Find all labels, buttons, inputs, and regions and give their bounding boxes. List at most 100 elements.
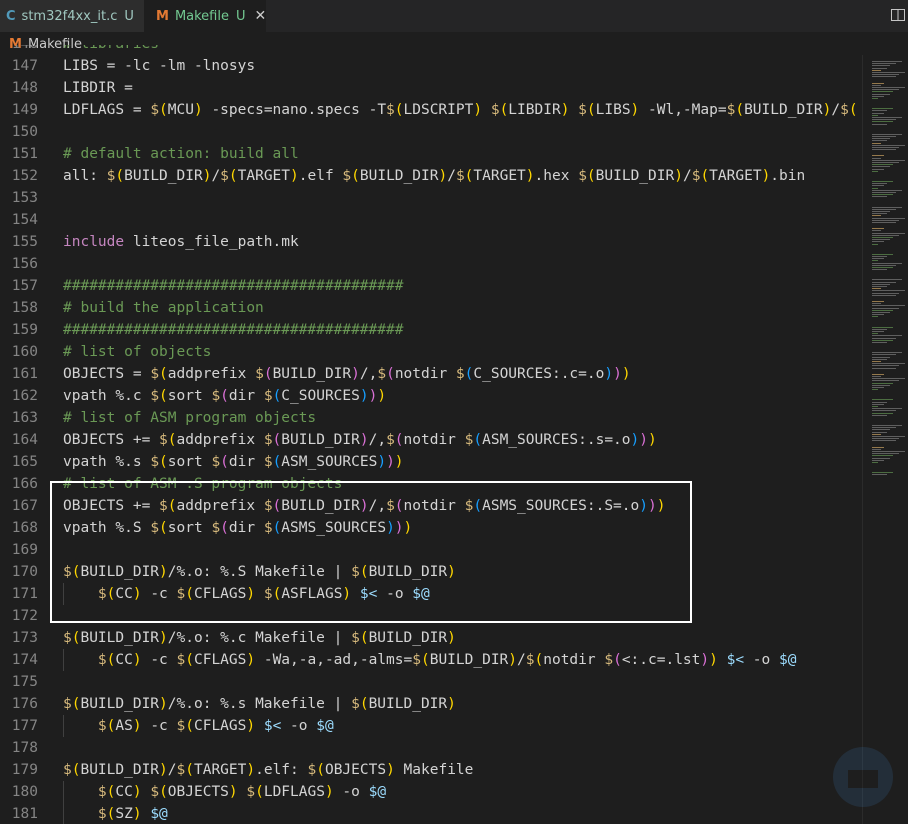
minimap-line <box>872 378 905 380</box>
minimap-line <box>872 440 896 442</box>
code-line[interactable]: 147 LIBS = -lc -lm -lnosys <box>0 55 862 77</box>
code-text[interactable]: # list of ASM .S program objects <box>63 473 342 495</box>
code-line[interactable]: 168 vpath %.S $(sort $(dir $(ASMS_SOURCES… <box>0 517 862 539</box>
code-line[interactable]: 160 # list of objects <box>0 341 862 363</box>
line-number: 168 <box>11 520 38 536</box>
code-line[interactable]: 152 all: $(BUILD_DIR)/$(TARGET).elf $(BUI… <box>0 165 862 187</box>
minimap-line <box>872 117 902 118</box>
code-text[interactable]: vpath %.S $(sort $(dir $(ASMS_SOURCES))) <box>63 517 412 539</box>
code-text[interactable]: OBJECTS += $(addprefix $(BUILD_DIR)/,$(n… <box>63 429 657 451</box>
tab-stm32f4xx-it-c[interactable]: C stm32f4xx_it.c U <box>0 0 144 32</box>
code-line[interactable]: 165 vpath %.s $(sort $(dir $(ASM_SOURCES)… <box>0 451 862 473</box>
code-text[interactable]: vpath %.c $(sort $(dir $(C_SOURCES))) <box>63 385 386 407</box>
split-editor-icon[interactable] <box>890 7 906 27</box>
scrollbar-track[interactable] <box>862 55 863 824</box>
code-line[interactable]: 181 $(SZ) $@ <box>0 803 862 824</box>
minimap-line <box>872 123 887 125</box>
code-line[interactable]: 149 LDFLAGS = $(MCU) -specs=nano.specs -T… <box>0 99 862 121</box>
code-line[interactable]: 150 <box>0 121 862 143</box>
code-line[interactable]: 175 <box>0 671 862 693</box>
line-number: 181 <box>11 806 38 822</box>
minimap-line <box>872 76 896 78</box>
code-line[interactable]: 158 # build the application <box>0 297 862 319</box>
minimap-line <box>872 114 878 116</box>
minimap-line <box>872 133 902 135</box>
code-line[interactable]: 177 $(AS) -c $(CFLAGS) $< -o $@ <box>0 715 862 737</box>
line-number: 166 <box>11 476 38 492</box>
code-text[interactable]: ####################################### <box>63 275 403 297</box>
code-line[interactable]: 164 OBJECTS += $(addprefix $(BUILD_DIR)/,… <box>0 429 862 451</box>
code-text[interactable]: include liteos_file_path.mk <box>63 231 299 253</box>
code-text[interactable]: $(CC) -c $(CFLAGS) -Wa,-a,-ad,-alms=$(BU… <box>63 649 797 671</box>
minimap-line <box>872 168 884 170</box>
code-line[interactable]: 157 #####################################… <box>0 275 862 297</box>
close-icon[interactable]: ✕ <box>255 8 267 24</box>
minimap-line <box>872 307 899 309</box>
code-line[interactable]: 180 $(CC) $(OBJECTS) $(LDFLAGS) -o $@ <box>0 781 862 803</box>
code-line[interactable]: 155 include liteos_file_path.mk <box>0 231 862 253</box>
code-line[interactable]: 171 $(CC) -c $(CFLAGS) $(ASFLAGS) $< -o … <box>0 583 862 605</box>
code-text[interactable]: $(BUILD_DIR)/$(TARGET).elf: $(OBJECTS) M… <box>63 759 473 781</box>
tab-makefile[interactable]: M Makefile U ✕ <box>144 0 266 32</box>
code-line[interactable]: 162 vpath %.c $(sort $(dir $(C_SOURCES))) <box>0 385 862 407</box>
code-line[interactable]: 169 <box>0 539 862 561</box>
line-number: 146 <box>0 45 38 55</box>
minimap-line <box>872 301 884 302</box>
line-number: 176 <box>11 696 38 712</box>
minimap-line <box>872 93 890 95</box>
code-editor[interactable]: 146# libraries147LIBS = -lc -lm -lnosys1… <box>0 45 862 824</box>
code-line[interactable]: 179 $(BUILD_DIR)/$(TARGET).elf: $(OBJECTS… <box>0 759 862 781</box>
code-text[interactable]: OBJECTS = $(addprefix $(BUILD_DIR)/,$(no… <box>63 363 631 385</box>
code-line[interactable]: 176 $(BUILD_DIR)/%.o: %.s Makefile | $(BU… <box>0 693 862 715</box>
minimap-line <box>872 431 887 433</box>
code-text[interactable]: all: $(BUILD_DIR)/$(TARGET).elf $(BUILD_… <box>63 165 805 187</box>
minimap-line <box>872 112 884 114</box>
minimap-line <box>872 74 899 76</box>
minimap-line <box>872 446 884 448</box>
line-number: 169 <box>11 542 38 558</box>
code-line[interactable]: 154 <box>0 209 862 231</box>
code-line[interactable]: 170 $(BUILD_DIR)/%.o: %.S Makefile | $(BU… <box>0 561 862 583</box>
code-text[interactable]: LDFLAGS = $(MCU) -specs=nano.specs -T$(L… <box>63 99 858 121</box>
code-line[interactable]: 159 #####################################… <box>0 319 862 341</box>
code-text[interactable]: LIBDIR = <box>63 77 133 99</box>
code-text[interactable]: # default action: build all <box>63 143 299 165</box>
code-line[interactable]: 174 $(CC) -c $(CFLAGS) -Wa,-a,-ad,-alms=… <box>0 649 862 671</box>
code-text[interactable]: $(BUILD_DIR)/%.o: %.S Makefile | $(BUILD… <box>63 561 456 583</box>
code-text[interactable]: LIBS = -lc -lm -lnosys <box>63 55 255 77</box>
code-line[interactable]: 172 <box>0 605 862 627</box>
code-line[interactable]: 151 # default action: build all <box>0 143 862 165</box>
code-text[interactable]: # build the application <box>63 297 264 319</box>
code-line[interactable]: 156 <box>0 253 862 275</box>
code-text[interactable]: OBJECTS += $(addprefix $(BUILD_DIR)/,$(n… <box>63 495 665 517</box>
code-line[interactable]: 146 # libraries <box>0 45 862 55</box>
minimap-line <box>872 69 881 71</box>
code-text[interactable]: $(BUILD_DIR)/%.o: %.s Makefile | $(BUILD… <box>63 693 456 715</box>
code-line[interactable]: 163 # list of ASM program objects <box>0 407 862 429</box>
minimap-line <box>872 144 905 146</box>
code-text[interactable]: $(CC) $(OBJECTS) $(LDFLAGS) -o $@ <box>63 781 386 803</box>
code-text[interactable]: ####################################### <box>63 319 403 341</box>
code-line[interactable]: 161 OBJECTS = $(addprefix $(BUILD_DIR)/,$… <box>0 363 862 385</box>
minimap-line <box>872 453 899 455</box>
code-text[interactable]: $(AS) -c $(CFLAGS) $< -o $@ <box>63 715 334 737</box>
code-line[interactable]: 167 OBJECTS += $(addprefix $(BUILD_DIR)/,… <box>0 495 862 517</box>
minimap[interactable] <box>868 55 908 824</box>
code-text[interactable]: vpath %.s $(sort $(dir $(ASM_SOURCES))) <box>63 451 404 473</box>
minimap-line <box>872 149 896 151</box>
code-text[interactable]: # libraries <box>63 45 159 55</box>
line-number: 170 <box>11 564 38 580</box>
code-line[interactable]: 166 # list of ASM .S program objects <box>0 473 862 495</box>
untracked-badge: U <box>235 8 246 24</box>
minimap-line <box>872 63 896 65</box>
code-line[interactable]: 173 $(BUILD_DIR)/%.o: %.c Makefile | $(BU… <box>0 627 862 649</box>
code-text[interactable]: $(SZ) $@ <box>63 803 168 824</box>
code-text[interactable]: # list of ASM program objects <box>63 407 316 429</box>
code-line[interactable]: 153 <box>0 187 862 209</box>
code-line[interactable]: 148 LIBDIR = <box>0 77 862 99</box>
code-line[interactable]: 178 <box>0 737 862 759</box>
minimap-line <box>872 358 887 360</box>
code-text[interactable]: # list of objects <box>63 341 211 363</box>
code-text[interactable]: $(CC) -c $(CFLAGS) $(ASFLAGS) $< -o $@ <box>63 583 430 605</box>
code-text[interactable]: $(BUILD_DIR)/%.o: %.c Makefile | $(BUILD… <box>63 627 456 649</box>
